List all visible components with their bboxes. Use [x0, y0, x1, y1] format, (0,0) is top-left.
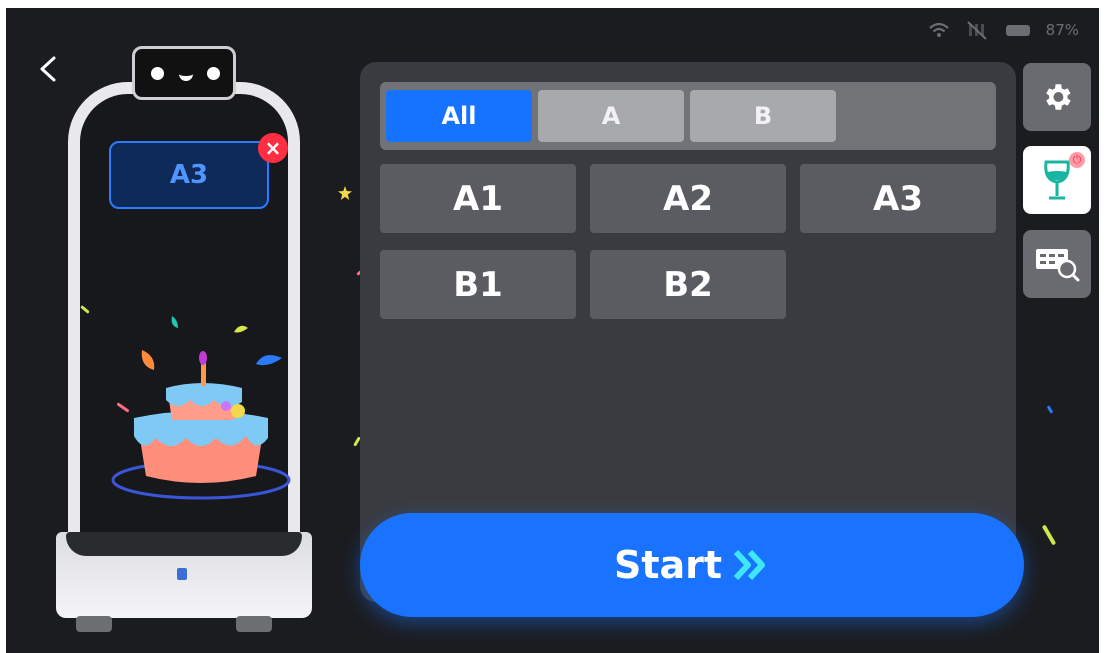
table-button-a1[interactable]: A1: [380, 164, 576, 233]
star-icon: [338, 186, 352, 200]
table-button-b1[interactable]: B1: [380, 250, 576, 319]
settings-button[interactable]: [1023, 63, 1091, 131]
gear-icon: [1046, 84, 1071, 110]
start-button[interactable]: Start: [360, 513, 1024, 617]
birthday-cake-icon: [111, 316, 291, 500]
table-filter-tabs: All A B: [380, 82, 996, 150]
close-icon[interactable]: ×: [258, 133, 288, 163]
tab-a[interactable]: A: [538, 90, 684, 142]
tab-b[interactable]: B: [690, 90, 836, 142]
tab-all[interactable]: All: [386, 90, 532, 142]
selected-table-label: A3: [169, 160, 209, 190]
wine-glass-icon: [1044, 160, 1070, 200]
battery-icon: [1005, 24, 1030, 36]
status-bar: 87%: [928, 20, 1079, 40]
table-search-icon: [1036, 249, 1080, 282]
table-button-a3[interactable]: A3: [800, 164, 996, 233]
robot-head: [132, 46, 236, 100]
battery-percent: 87%: [1045, 21, 1079, 39]
selected-table-bubble: A3: [109, 141, 269, 209]
power-icon: ⏻: [1069, 152, 1085, 168]
drink-mode-button[interactable]: ⏻: [1023, 146, 1091, 214]
robot-screen: 87% A3 × All A B A1 A2 A3 B1 B2 Start ⏻: [6, 8, 1099, 653]
table-button-b2[interactable]: B2: [590, 250, 786, 319]
no-signal-icon: [966, 21, 987, 40]
table-button-a2[interactable]: A2: [590, 164, 786, 233]
table-search-button[interactable]: [1023, 230, 1091, 298]
start-label: Start: [613, 543, 723, 587]
chevrons-right-icon: [733, 549, 766, 581]
wifi-icon: [928, 22, 949, 37]
robot-base: [56, 532, 312, 618]
